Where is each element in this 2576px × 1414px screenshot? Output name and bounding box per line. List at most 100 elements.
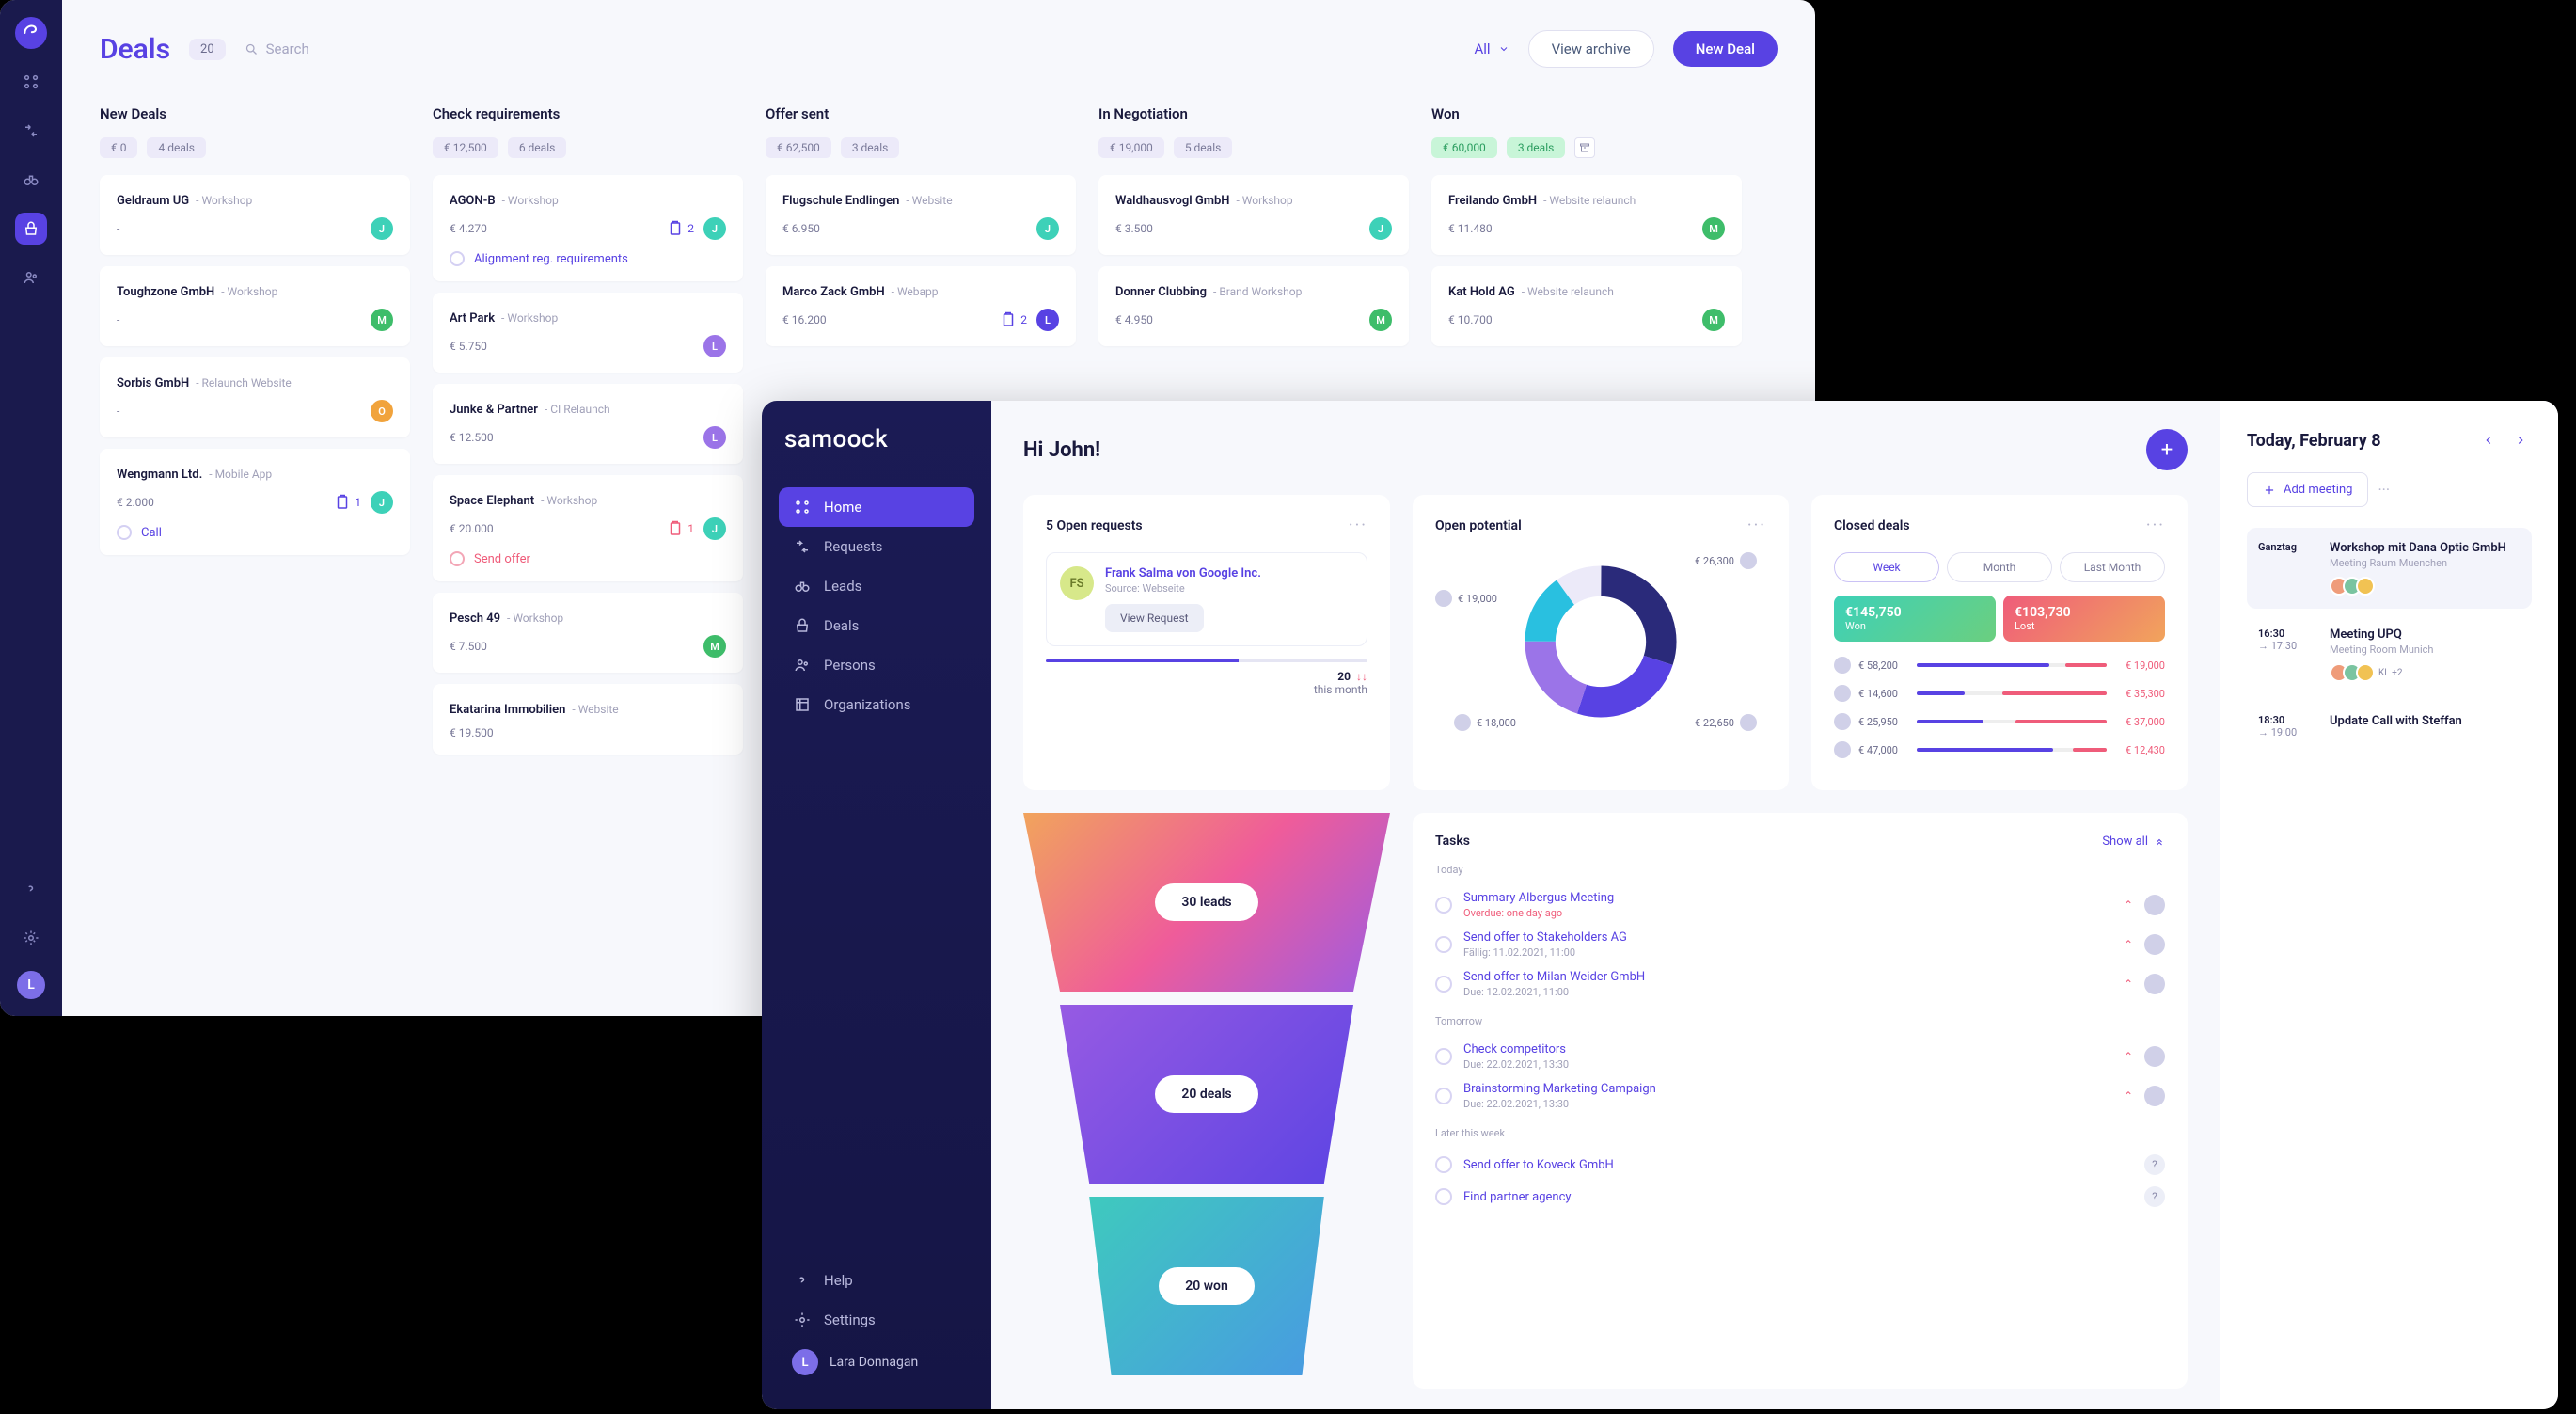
assignee-avatar: L xyxy=(703,426,726,449)
deal-card[interactable]: Donner Clubbing - Brand Workshop € 4.950… xyxy=(1098,266,1409,346)
more-icon[interactable]: ··· xyxy=(2378,481,2390,499)
user-row: € 47,000€ 12,430 xyxy=(1834,741,2165,758)
deals-count-badge: 20 xyxy=(189,39,226,60)
task-checkbox[interactable] xyxy=(1435,936,1452,953)
nav-deals[interactable]: Deals xyxy=(779,606,974,645)
view-archive-button[interactable]: View archive xyxy=(1528,30,1654,68)
more-icon[interactable]: ··· xyxy=(1349,516,1367,535)
task-row[interactable]: Send offer to Milan Weider GmbHDue: 12.0… xyxy=(1435,964,2165,1004)
plus-icon xyxy=(2263,484,2276,497)
nav-user[interactable]: L Lara Donnagan xyxy=(779,1340,974,1385)
prev-day-button[interactable] xyxy=(2477,429,2500,452)
assignee-avatar: J xyxy=(703,517,726,540)
app-logo-icon xyxy=(15,17,47,49)
assignee-avatar: O xyxy=(371,400,393,422)
people-icon[interactable] xyxy=(15,262,47,294)
agenda-event[interactable]: 16:30→ 17:30 Meeting UPQMeeting Room Mun… xyxy=(2247,614,2532,695)
nav-requests[interactable]: Requests xyxy=(779,527,974,566)
deal-card[interactable]: Geldraum UG - Workshop - J xyxy=(100,175,410,255)
nav-home[interactable]: Home xyxy=(779,487,974,527)
apps-icon[interactable] xyxy=(15,66,47,98)
deal-card[interactable]: Ekatarina Immobilien - Website € 19.500 xyxy=(433,684,743,755)
deal-card[interactable]: Freilando GmbH - Website relaunch € 11.4… xyxy=(1431,175,1742,255)
task-row[interactable]: Send offer to Koveck GmbH ? xyxy=(1435,1149,2165,1181)
page-title: Deals xyxy=(100,33,170,66)
search-input[interactable]: Search xyxy=(245,40,309,57)
nav-organizations[interactable]: Organizations xyxy=(779,685,974,724)
deal-card[interactable]: Art Park - Workshop € 5.750 L xyxy=(433,293,743,373)
assignee-avatar: J xyxy=(703,217,726,240)
assignee-avatar: M xyxy=(1702,217,1725,240)
deals-header: Deals 20 Search All View archive New Dea… xyxy=(100,30,1778,68)
agenda-event[interactable]: 18:30→ 19:00 Update Call with Steffan xyxy=(2247,701,2532,752)
user-avatar[interactable]: L xyxy=(17,971,45,999)
deal-card[interactable]: Junke & Partner - CI Relaunch € 12.500 L xyxy=(433,384,743,464)
unknown-icon: ? xyxy=(2144,1154,2165,1175)
add-meeting-button[interactable]: Add meeting xyxy=(2247,472,2368,507)
assignee-avatar: M xyxy=(1369,309,1392,331)
checkbox-ring[interactable] xyxy=(117,525,132,540)
nav-persons[interactable]: Persons xyxy=(779,645,974,685)
assignee-avatar: L xyxy=(703,335,726,357)
deal-card[interactable]: Toughzone GmbH - Workshop - M xyxy=(100,266,410,346)
deal-card[interactable]: Waldhausvogl GmbH - Workshop € 3.500 J xyxy=(1098,175,1409,255)
task-row[interactable]: Send offer to Stakeholders AGFällig: 11.… xyxy=(1435,925,2165,964)
settings-icon[interactable] xyxy=(15,922,47,954)
clipboard-icon xyxy=(667,520,684,537)
more-icon[interactable]: ··· xyxy=(1747,516,1766,535)
deal-card[interactable]: Sorbis GmbH - Relaunch Website - O xyxy=(100,357,410,437)
task-checkbox[interactable] xyxy=(1435,1156,1452,1173)
task-checkbox[interactable] xyxy=(1435,1188,1452,1205)
lost-box: €103,730 Lost xyxy=(2003,596,2165,642)
task-checkbox[interactable] xyxy=(1435,976,1452,993)
deal-card[interactable]: Space Elephant - Workshop € 20.000 1JSen… xyxy=(433,475,743,581)
show-all-link[interactable]: Show all xyxy=(2102,834,2165,849)
widget-open-requests: 5 Open requests ··· FS Frank Salma von G… xyxy=(1023,495,1390,790)
help-icon[interactable] xyxy=(15,873,47,905)
filter-dropdown[interactable]: All xyxy=(1474,40,1509,57)
segment-week[interactable]: Week xyxy=(1834,552,1939,582)
deal-card[interactable]: Pesch 49 - Workshop € 7.500 M xyxy=(433,593,743,673)
segment-month[interactable]: Month xyxy=(1947,552,2052,582)
help-icon xyxy=(794,1272,811,1289)
assignee-avatar xyxy=(2144,1086,2165,1106)
deal-card[interactable]: AGON-B - Workshop € 4.270 2JAlignment re… xyxy=(433,175,743,281)
deal-card[interactable]: Wengmann Ltd. - Mobile App € 2.000 1JCal… xyxy=(100,449,410,555)
deal-card[interactable]: Marco Zack GmbH - Webapp € 16.200 2L xyxy=(766,266,1076,346)
task-row[interactable]: Brainstorming Marketing CampaignDue: 22.… xyxy=(1435,1076,2165,1116)
clipboard-icon xyxy=(334,494,351,511)
segment-last-month[interactable]: Last Month xyxy=(2060,552,2165,582)
deals-icon[interactable] xyxy=(15,213,47,245)
checkbox-ring[interactable] xyxy=(450,551,465,566)
agenda-event[interactable]: Ganztag Workshop mit Dana Optic GmbHMeet… xyxy=(2247,528,2532,609)
shuffle-icon[interactable] xyxy=(15,115,47,147)
archive-icon[interactable] xyxy=(1574,137,1595,158)
binoculars-icon[interactable] xyxy=(15,164,47,196)
priority-icon: ⌃ xyxy=(2124,938,2133,951)
task-row[interactable]: Check competitorsDue: 22.02.2021, 13:30 … xyxy=(1435,1037,2165,1076)
task-checkbox[interactable] xyxy=(1435,897,1452,914)
request-card[interactable]: FS Frank Salma von Google Inc. Source: W… xyxy=(1046,552,1367,646)
add-button[interactable]: + xyxy=(2146,429,2188,470)
user-row: € 58,200€ 19,000 xyxy=(1834,657,2165,674)
nav-leads[interactable]: Leads xyxy=(779,566,974,606)
user-row: € 25,950€ 37,000 xyxy=(1834,713,2165,730)
expand-icon xyxy=(2154,835,2165,847)
widget-funnel: 30 leads 20 deals 20 won xyxy=(1023,813,1390,1389)
next-day-button[interactable] xyxy=(2509,429,2532,452)
checkbox-ring[interactable] xyxy=(450,251,465,266)
deal-card[interactable]: Kat Hold AG - Website relaunch € 10.700 … xyxy=(1431,266,1742,346)
new-deal-button[interactable]: New Deal xyxy=(1673,31,1778,67)
deal-card[interactable]: Flugschule Endlingen - Website € 6.950 J xyxy=(766,175,1076,255)
task-row[interactable]: Find partner agency ? xyxy=(1435,1181,2165,1213)
view-request-button[interactable]: View Request xyxy=(1105,604,1204,632)
task-row[interactable]: Summary Albergus MeetingOverdue: one day… xyxy=(1435,885,2165,925)
clipboard-icon xyxy=(667,220,684,237)
assignee-avatar xyxy=(2144,1046,2165,1067)
more-icon[interactable]: ··· xyxy=(2146,516,2165,535)
task-checkbox[interactable] xyxy=(1435,1048,1452,1065)
assignee-avatar: J xyxy=(1369,217,1392,240)
task-checkbox[interactable] xyxy=(1435,1088,1452,1104)
nav-settings[interactable]: Settings xyxy=(779,1300,974,1340)
nav-help[interactable]: Help xyxy=(779,1261,974,1300)
